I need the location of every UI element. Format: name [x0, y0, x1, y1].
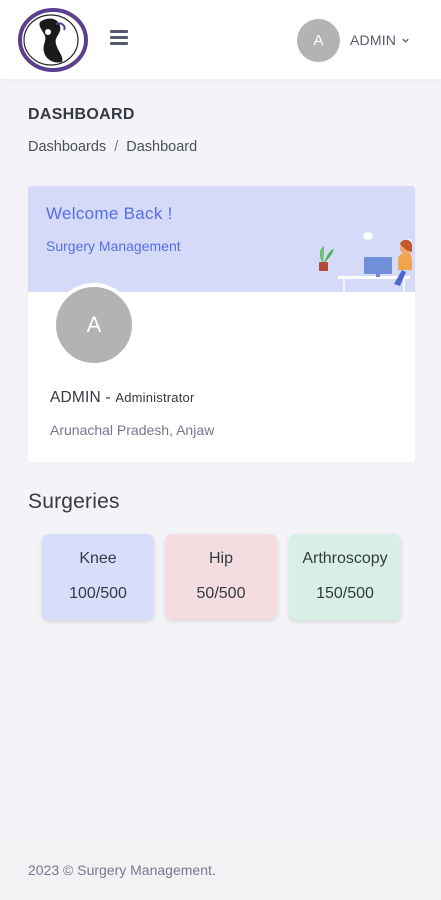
avatar-initial: A	[313, 31, 324, 49]
tile-name: Arthroscopy	[302, 550, 388, 567]
menu-toggle-button[interactable]	[110, 30, 128, 48]
profile-role: Administrator	[115, 390, 195, 405]
surgery-tile-knee[interactable]: Knee 100/500	[42, 534, 154, 620]
profile-avatar: A	[52, 283, 136, 367]
profile-location: Arunachal Pradesh, Anjaw	[50, 422, 215, 438]
hamburger-line	[110, 36, 128, 39]
profile-name: ADMIN	[50, 389, 101, 406]
avatar: A	[297, 18, 340, 62]
desk-illustration-icon	[319, 232, 412, 292]
chevron-down-icon	[402, 38, 409, 43]
hamburger-line	[110, 42, 128, 45]
surgeries-title: Surgeries	[28, 490, 120, 513]
breadcrumb-item-current: Dashboard	[126, 139, 198, 155]
user-name: ADMIN	[350, 32, 397, 48]
welcome-card: Welcome Back ! Surgery Management A ADMI…	[28, 186, 415, 462]
profile-name-line: ADMIN - Administrator	[50, 389, 195, 407]
breadcrumb-item-dashboards[interactable]: Dashboards	[28, 139, 106, 155]
user-menu-button[interactable]: A ADMIN	[297, 18, 427, 62]
surgery-tile-hip[interactable]: Hip 50/500	[165, 534, 277, 619]
top-bar: A ADMIN	[0, 0, 441, 79]
tile-name: Knee	[79, 550, 117, 567]
tile-count: 150/500	[316, 585, 374, 602]
welcome-banner: Welcome Back ! Surgery Management	[28, 186, 415, 292]
page-title: DASHBOARD	[28, 106, 135, 123]
breadcrumb: Dashboards / Dashboard	[28, 139, 197, 155]
hamburger-line	[110, 30, 128, 33]
welcome-subtitle: Surgery Management	[46, 238, 181, 254]
tile-count: 50/500	[196, 585, 246, 602]
logo-icon[interactable]	[18, 8, 88, 72]
breadcrumb-separator: /	[114, 139, 119, 155]
footer: 2023 © Surgery Management.	[0, 838, 441, 900]
profile-avatar-initial: A	[86, 312, 102, 337]
surgery-tile-arthroscopy[interactable]: Arthroscopy 150/500	[289, 534, 401, 620]
tile-name: Hip	[208, 550, 233, 567]
tile-count: 100/500	[69, 585, 127, 602]
profile-separator: -	[100, 389, 116, 406]
footer-text: 2023 © Surgery Management.	[28, 862, 216, 878]
welcome-title: Welcome Back !	[46, 204, 173, 223]
